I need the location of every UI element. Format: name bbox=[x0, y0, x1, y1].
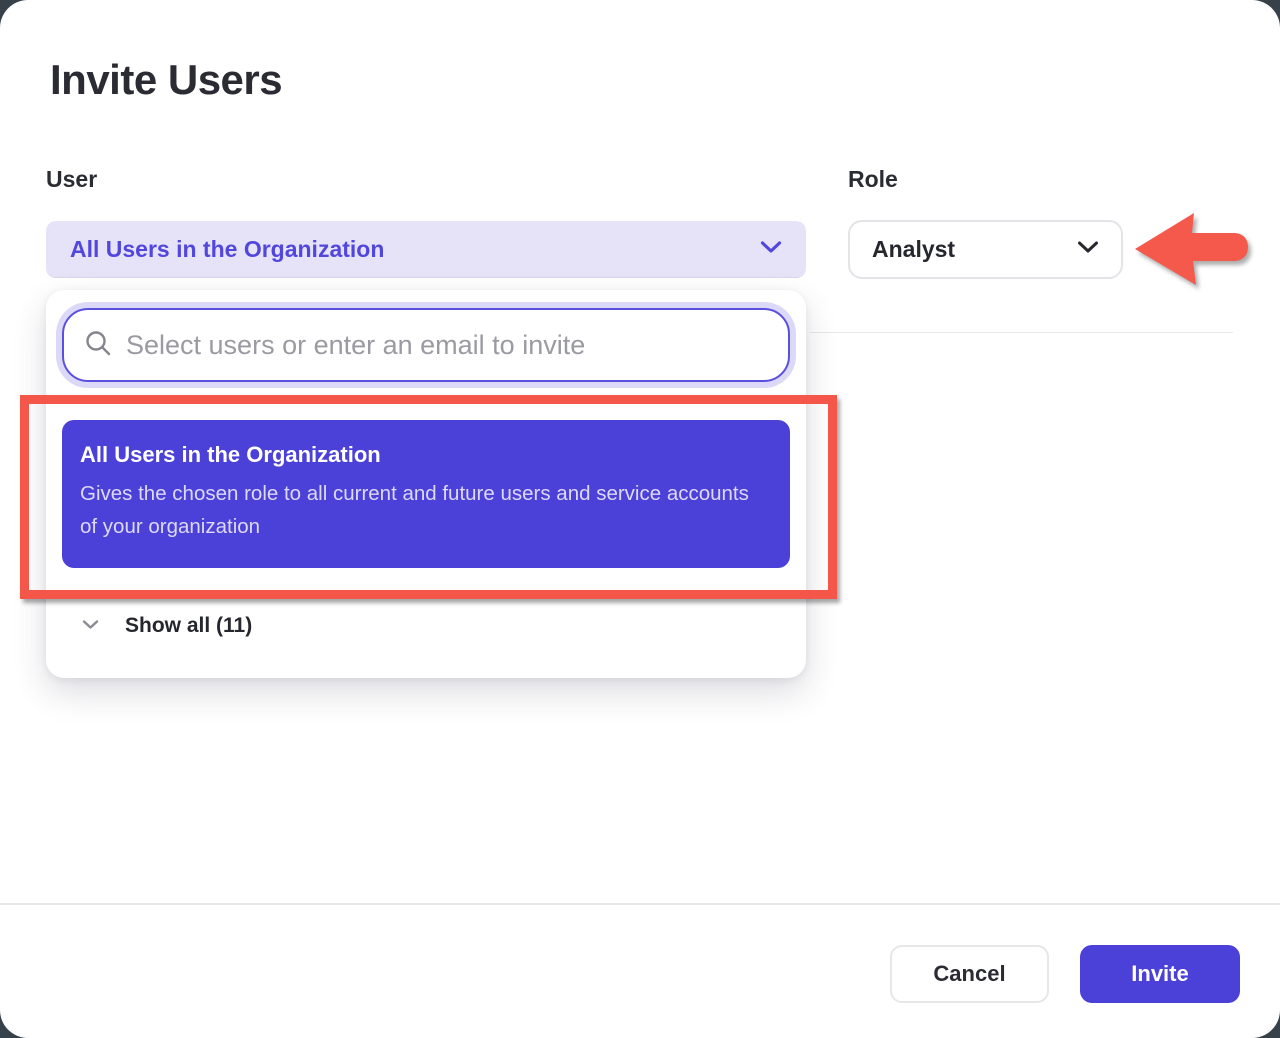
user-select[interactable]: All Users in the Organization bbox=[46, 221, 806, 278]
user-search-field[interactable] bbox=[62, 308, 790, 382]
option-all-users[interactable]: All Users in the Organization Gives the … bbox=[62, 420, 790, 568]
option-title: All Users in the Organization bbox=[80, 442, 772, 468]
footer-divider bbox=[0, 903, 1280, 905]
invite-users-modal: Invite Users User Role All Users in the … bbox=[0, 0, 1280, 1038]
show-all-label: Show all (11) bbox=[125, 614, 252, 638]
role-field-label: Role bbox=[848, 166, 898, 193]
show-all-toggle[interactable]: Show all (11) bbox=[46, 600, 806, 652]
cancel-button[interactable]: Cancel bbox=[890, 945, 1049, 1003]
chevron-down-icon bbox=[760, 240, 782, 259]
search-input[interactable] bbox=[126, 330, 768, 361]
invite-button[interactable]: Invite bbox=[1080, 945, 1240, 1003]
backdrop: Invite Users User Role All Users in the … bbox=[0, 0, 1280, 1038]
left-arrow-annotation-icon bbox=[1131, 206, 1253, 295]
chevron-down-icon bbox=[82, 617, 99, 635]
user-select-value: All Users in the Organization bbox=[70, 236, 384, 263]
option-description: Gives the chosen role to all current and… bbox=[80, 477, 756, 543]
page-title: Invite Users bbox=[50, 56, 282, 104]
role-select-value: Analyst bbox=[872, 236, 955, 263]
chevron-down-icon bbox=[1077, 240, 1099, 259]
role-select[interactable]: Analyst bbox=[848, 220, 1123, 279]
search-icon bbox=[84, 329, 112, 362]
user-field-label: User bbox=[46, 166, 97, 193]
role-section-divider bbox=[810, 332, 1233, 333]
user-dropdown-panel: All Users in the Organization Gives the … bbox=[46, 290, 806, 678]
